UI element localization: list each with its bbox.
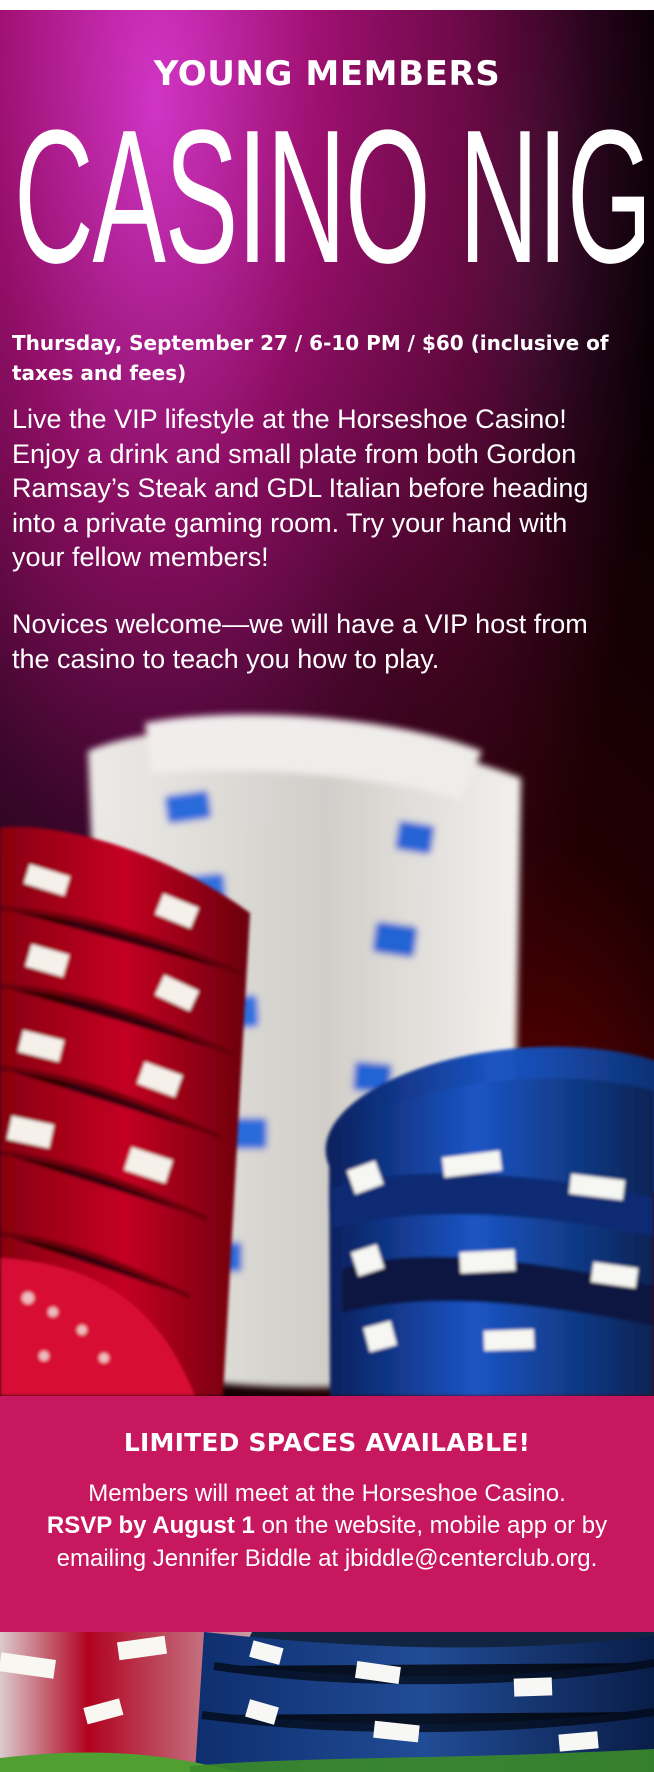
bottom-poker-chip-photo	[0, 1632, 654, 1772]
event-kicker: YOUNG MEMBERS	[153, 54, 501, 94]
rsvp-details: Members will meet at the Horseshoe Casin…	[40, 1478, 614, 1575]
red-chip-stack	[0, 826, 250, 1396]
rsvp-band: LIMITED SPACES AVAILABLE! Members will m…	[0, 1396, 654, 1632]
novices-note: Novices welcome—we will have a VIP host …	[12, 609, 588, 674]
event-description: Live the VIP lifestyle at the Horseshoe …	[12, 404, 589, 573]
event-title: CASINO NIGHT	[14, 102, 644, 282]
event-date-time-price: Thursday, September 27 / 6-10 PM / $60 (…	[12, 331, 609, 385]
bottom-chip-photo	[0, 1632, 654, 1772]
hero-casino-photo: YOUNG MEMBERS CASINO NIGHT Thursday, Sep…	[0, 10, 654, 1396]
event-title-text: CASINO NIGHT	[14, 102, 644, 282]
casino-night-flyer: YOUNG MEMBERS CASINO NIGHT Thursday, Sep…	[0, 0, 654, 1772]
limited-spaces-heading: LIMITED SPACES AVAILABLE!	[123, 1428, 531, 1457]
meeting-location-text: Members will meet at the Horseshoe Casin…	[88, 1480, 566, 1507]
rsvp-deadline: RSVP by August 1	[46, 1512, 255, 1540]
